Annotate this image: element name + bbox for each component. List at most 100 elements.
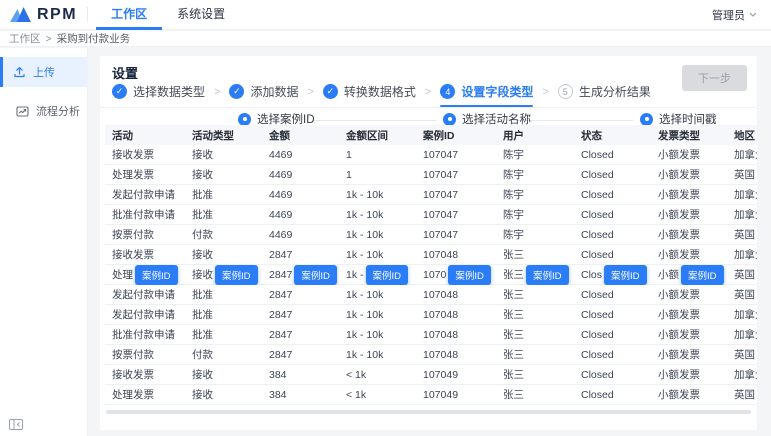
app-logo: RPM — [0, 6, 87, 24]
next-step-button[interactable]: 下一步 — [682, 65, 747, 91]
stepper-step-5[interactable]: 5生成分析结果 — [558, 83, 651, 100]
table-cell-text: 张三 — [503, 267, 524, 282]
sidebar-item-upload[interactable]: 上传 — [0, 57, 87, 87]
step-separator: > — [425, 86, 431, 98]
logo-icon — [9, 6, 32, 23]
case-id-drag-badge[interactable]: 案例ID — [135, 265, 178, 285]
user-menu[interactable]: 管理员 — [712, 7, 771, 23]
table-cell-text: 小额 — [658, 267, 679, 282]
table-row: 批准付款申请批准44691k - 10k107047陈宇Closed小额发票加拿… — [105, 205, 757, 225]
table-row: 处理发票接收44691107047陈宇Closed小额发票英国 — [105, 165, 757, 185]
table-cell: 4469 — [262, 189, 339, 201]
table-cell: < 1k — [339, 389, 416, 401]
table-cell: 小额发票 — [651, 187, 727, 202]
table-cell: 批准 — [185, 307, 262, 322]
table-cell: 107048 — [416, 289, 496, 301]
table-cell: 发起付款申请 — [105, 307, 185, 322]
table-cell: 加拿大 — [727, 187, 757, 202]
table-cell: 小额案例ID — [651, 265, 727, 285]
table-row: 按票付款付款44691k - 10k107047陈宇Closed小额发票英国 — [105, 225, 757, 245]
dot — [448, 117, 452, 121]
process-analysis-icon — [16, 105, 29, 118]
table-header-cell: 金额 — [262, 128, 339, 143]
check-circle-icon: ✓ — [112, 84, 127, 99]
table-cell: 1k - 10k — [339, 329, 416, 341]
top-navbar: RPM 工作区系统设置 管理员 — [0, 0, 771, 30]
table-cell: < 1k — [339, 369, 416, 381]
table-row: 发起付款申请批准44691k - 10k107047陈宇Closed小额发票加拿… — [105, 185, 757, 205]
table-cell: 加拿大 — [727, 367, 757, 382]
table-header-cell: 活动类型 — [185, 128, 262, 143]
sidebar-collapse-icon[interactable] — [9, 419, 23, 430]
horizontal-scrollbar[interactable] — [106, 410, 751, 414]
table-cell: 张三案例ID — [496, 265, 574, 285]
step-separator: > — [542, 86, 548, 98]
table-cell-text: 接收 — [192, 267, 213, 282]
case-id-drag-badge[interactable]: 案例ID — [294, 265, 337, 285]
table-cell: 按票付款 — [105, 347, 185, 362]
table-header-cell: 状态 — [574, 128, 651, 143]
case-id-drag-badge[interactable]: 案例ID — [215, 265, 258, 285]
table-header-cell: 活动 — [105, 128, 185, 143]
table-row: 接收发票接收28471k - 10k107048张三Closed小额发票加拿大 — [105, 245, 757, 265]
step-number-icon: 5 — [558, 84, 573, 99]
table-cell: 接收 — [185, 167, 262, 182]
table-cell: 陈宇 — [496, 187, 574, 202]
table-header-cell: 案例ID — [416, 128, 496, 143]
table-cell: 1k - 10k — [339, 189, 416, 201]
breadcrumb-workspace[interactable]: 工作区 — [9, 31, 41, 46]
table-cell: 张三 — [496, 327, 574, 342]
case-id-drag-badge[interactable]: 案例ID — [604, 265, 647, 285]
case-id-drag-badge[interactable]: 案例ID — [526, 265, 569, 285]
table-cell: Closed — [574, 349, 651, 361]
check-circle-icon: ✓ — [323, 84, 338, 99]
selector-connector-line — [514, 120, 633, 121]
table-cell: 加拿大 — [727, 307, 757, 322]
table-cell: 陈宇 — [496, 207, 574, 222]
table-cell: 接收发票 — [105, 147, 185, 162]
sidebar-item-label: 上传 — [33, 64, 55, 80]
case-id-drag-badge[interactable]: 案例ID — [448, 265, 491, 285]
table-cell: 批准付款申请 — [105, 207, 185, 222]
case-id-drag-badge[interactable]: 案例ID — [366, 265, 409, 285]
tab-workspace[interactable]: 工作区 — [96, 0, 162, 30]
stepper-step-4[interactable]: 4设置字段类型 — [440, 83, 533, 100]
table-cell: 2847案例ID — [262, 265, 339, 285]
table-header-cell: 发票类型 — [651, 128, 727, 143]
chevron-down-icon — [749, 12, 757, 17]
stepper-step-1[interactable]: ✓选择数据类型 — [112, 83, 205, 100]
table-cell: 1k - 10k — [339, 309, 416, 321]
table-cell: 107047 — [416, 149, 496, 161]
table-row: 发起付款申请批准28471k - 10k107048张三Closed小额发票英国 — [105, 285, 757, 305]
stepper-step-3[interactable]: ✓ 转换数据格式 — [323, 83, 416, 100]
table-cell: 107048 — [416, 349, 496, 361]
wizard-stepper: ✓选择数据类型>✓添加数据>✓转换数据格式>4设置字段类型>5生成分析结果 — [112, 83, 651, 100]
table-cell: 小额发票 — [651, 327, 727, 342]
table-cell: 发起付款申请 — [105, 287, 185, 302]
stepper-step-2[interactable]: ✓添加数据 — [229, 83, 298, 100]
table-cell: 处理发票 — [105, 387, 185, 402]
user-label: 管理员 — [712, 7, 745, 23]
field-selector-icon — [238, 113, 251, 126]
case-id-drag-badge[interactable]: 案例ID — [681, 265, 724, 285]
tab-system-settings[interactable]: 系统设置 — [162, 0, 240, 30]
table-cell: Closed — [574, 149, 651, 161]
table-cell: Closed — [574, 249, 651, 261]
table-cell: 4469 — [262, 149, 339, 161]
table-cell: 小额发票 — [651, 387, 727, 402]
table-row: 接收发票接收44691107047陈宇Closed小额发票加拿大 — [105, 145, 757, 165]
table-cell: Closed — [574, 229, 651, 241]
logo-text: RPM — [37, 6, 77, 24]
dot — [243, 117, 247, 121]
table-cell: 小额发票 — [651, 347, 727, 362]
step-label: 转换数据格式 — [344, 83, 416, 100]
table-cell: Closed — [574, 389, 651, 401]
table-cell: 小额发票 — [651, 147, 727, 162]
table-cell: 107047 — [416, 169, 496, 181]
table-cell: 加拿大 — [727, 207, 757, 222]
sidebar-item-process-analysis[interactable]: 流程分析 — [0, 96, 87, 126]
table-cell: 处理案例ID — [105, 265, 185, 285]
table-cell: 英国 — [727, 287, 757, 302]
table-cell: 2847 — [262, 309, 339, 321]
table-cell: 张三 — [496, 287, 574, 302]
